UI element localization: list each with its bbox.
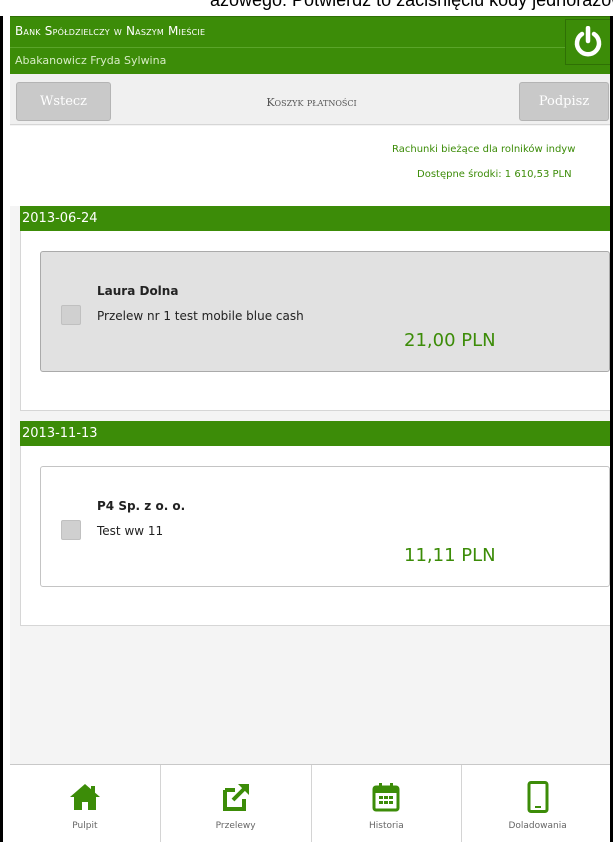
window-frame-left: [0, 0, 3, 842]
payment-amount: 21,00 PLN: [404, 330, 496, 351]
power-icon: [574, 26, 602, 57]
available-funds: Dostępne środki: 1 610,53 PLN: [417, 169, 572, 180]
calendar-icon: [372, 783, 400, 812]
app-header: Bank Spółdzielczy w Naszym Mieście Abaka…: [10, 16, 613, 74]
nav-label: Doladowania: [508, 821, 567, 831]
payment-title: Test ww 11: [97, 524, 164, 538]
phone-icon: [527, 781, 549, 813]
payment-item[interactable]: Laura Dolna Przelew nr 1 test mobile blu…: [40, 251, 610, 372]
nav-label: Pulpit: [72, 821, 98, 831]
top-overlay-text: azowego. Potwierdź to zaciśnięciu kody j…: [210, 0, 613, 10]
date-header: 2013-11-13: [20, 421, 613, 446]
sign-button[interactable]: Podpisz: [519, 82, 609, 121]
nav-label: Historia: [369, 821, 404, 831]
nav-item-doladowania[interactable]: Doladowania: [462, 765, 613, 842]
bank-name: Bank Spółdzielczy w Naszym Mieście: [15, 24, 206, 38]
nav-item-przelewy[interactable]: Przelewy: [161, 765, 312, 842]
nav-item-pulpit[interactable]: Pulpit: [10, 765, 161, 842]
nav-item-historia[interactable]: Historia: [312, 765, 463, 842]
date-header: 2013-06-24: [20, 206, 613, 231]
payment-amount: 11,11 PLN: [404, 545, 496, 566]
payment-recipient: P4 Sp. z o. o.: [97, 499, 186, 513]
transfer-icon: [222, 784, 249, 811]
account-info: Rachunki bieżące dla rolników indyw Dost…: [10, 126, 613, 206]
payment-checkbox[interactable]: [61, 305, 81, 325]
top-overlay-strip: azowego. Potwierdź to zaciśnięciu kody j…: [0, 0, 613, 16]
payment-recipient: Laura Dolna: [97, 284, 179, 298]
payment-item[interactable]: P4 Sp. z o. o. Test ww 11 11,11 PLN: [40, 466, 610, 587]
payment-title: Przelew nr 1 test mobile blue cash: [97, 309, 304, 323]
bottom-navigation: Pulpit Przelewy Historia Doladowania: [10, 764, 613, 842]
toolbar: Wstecz Koszyk płatności Podpisz: [10, 74, 613, 125]
header-separator: [10, 47, 613, 48]
account-name: Rachunki bieżące dla rolników indyw: [392, 144, 576, 155]
payment-checkbox[interactable]: [61, 520, 81, 540]
home-icon: [69, 784, 100, 810]
mobile-banking-app: Bank Spółdzielczy w Naszym Mieście Abaka…: [10, 16, 613, 842]
logout-button[interactable]: [565, 19, 611, 65]
user-name: Abakanowicz Fryda Sylwina: [15, 54, 167, 67]
nav-label: Przelewy: [215, 821, 256, 831]
